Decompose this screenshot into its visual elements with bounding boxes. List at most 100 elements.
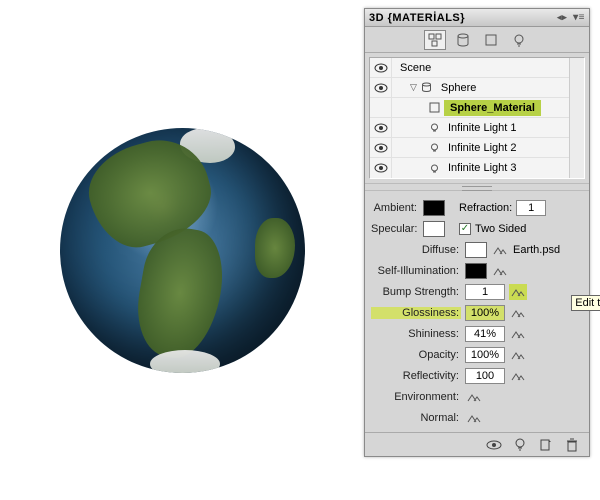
scene-root-label: Scene <box>396 60 435 76</box>
delete-button[interactable] <box>563 436 581 454</box>
texture-icon <box>493 265 507 277</box>
gloss-texture-menu[interactable] <box>509 305 527 321</box>
scene-row-light3[interactable]: Infinite Light 3 <box>370 158 569 178</box>
eye-icon <box>374 163 388 173</box>
refraction-input[interactable] <box>516 200 546 216</box>
trash-icon <box>566 438 578 452</box>
panel-toolbar <box>365 27 589 53</box>
toggle-visibility-button[interactable] <box>485 436 503 454</box>
material-icon <box>428 102 440 114</box>
texture-icon <box>493 244 507 256</box>
visibility-toggle[interactable] <box>370 58 392 77</box>
panel-titlebar[interactable]: 3D {MATERİALS} ◂▸ ▾≡ <box>365 9 589 27</box>
panel-footer <box>365 432 589 456</box>
env-texture-menu[interactable] <box>465 389 483 405</box>
panel-divider[interactable] <box>365 183 589 191</box>
visibility-toggle[interactable] <box>370 98 392 117</box>
visibility-toggle[interactable] <box>370 78 392 97</box>
scene-item-label: Sphere <box>437 80 480 96</box>
eye-icon <box>486 440 502 450</box>
shine-texture-menu[interactable] <box>509 326 527 342</box>
reflect-label: Reflectivity: <box>371 370 461 382</box>
gloss-input[interactable] <box>465 305 505 321</box>
texture-icon <box>511 328 525 340</box>
scene-item-label: Infinite Light 3 <box>444 160 521 176</box>
eye-icon <box>374 63 388 73</box>
lightbulb-icon <box>512 33 526 47</box>
scene-list: Scene ▽ Sphere Sphere_Material <box>369 57 585 179</box>
cylinder-icon <box>456 33 470 47</box>
scrollbar[interactable] <box>569 58 584 178</box>
eye-icon <box>374 83 388 93</box>
globe-preview <box>60 128 305 373</box>
lightbulb-icon <box>514 438 526 452</box>
viewport <box>0 0 365 500</box>
light-icon <box>428 162 440 174</box>
opacity-texture-menu[interactable] <box>509 347 527 363</box>
disclosure-triangle-icon[interactable]: ▽ <box>410 82 417 93</box>
diffuse-file-label: Earth.psd <box>513 244 560 256</box>
ambient-label: Ambient: <box>371 202 419 214</box>
texture-icon <box>467 412 481 424</box>
lights-filter-button[interactable] <box>508 30 530 50</box>
scene-item-label: Infinite Light 2 <box>444 140 521 156</box>
materials-filter-button[interactable] <box>480 30 502 50</box>
light-icon <box>428 142 440 154</box>
reflect-input[interactable] <box>465 368 505 384</box>
visibility-toggle[interactable] <box>370 118 392 137</box>
shine-label: Shininess: <box>371 328 461 340</box>
bump-label: Bump Strength: <box>371 286 461 298</box>
collapse-arrows-icon[interactable]: ◂▸ <box>557 12 567 23</box>
specular-swatch[interactable] <box>423 221 445 237</box>
scene-row-light1[interactable]: Infinite Light 1 <box>370 118 569 138</box>
scene-row-material[interactable]: Sphere_Material <box>370 98 569 118</box>
bump-input[interactable] <box>465 284 505 300</box>
light-button[interactable] <box>511 436 529 454</box>
mesh-icon <box>421 82 433 94</box>
scene-row-light2[interactable]: Infinite Light 2 <box>370 138 569 158</box>
square-icon <box>484 33 498 47</box>
scene-item-label: Sphere_Material <box>444 100 541 116</box>
normal-label: Normal: <box>371 412 461 424</box>
twosided-label: Two Sided <box>475 223 526 235</box>
normal-texture-menu[interactable] <box>465 410 483 426</box>
mesh-filter-button[interactable] <box>452 30 474 50</box>
texture-icon <box>511 307 525 319</box>
diffuse-label: Diffuse: <box>371 244 461 256</box>
scene-row-root[interactable]: Scene <box>370 58 569 78</box>
specular-label: Specular: <box>371 223 419 235</box>
twosided-checkbox[interactable]: ✓ <box>459 223 471 235</box>
selfillum-swatch[interactable] <box>465 263 487 279</box>
texture-icon <box>511 349 525 361</box>
eye-icon <box>374 143 388 153</box>
visibility-toggle[interactable] <box>370 158 392 178</box>
material-properties: Ambient: Refraction: Specular: ✓ Two Sid… <box>365 191 589 432</box>
opacity-input[interactable] <box>465 347 505 363</box>
new-button[interactable] <box>537 436 555 454</box>
eye-icon <box>374 123 388 133</box>
diffuse-swatch[interactable] <box>465 242 487 258</box>
selfillum-texture-menu[interactable] <box>491 263 509 279</box>
tooltip: Edit the bum <box>571 295 600 311</box>
reflect-texture-menu[interactable] <box>509 368 527 384</box>
scene-filter-button[interactable] <box>424 30 446 50</box>
light-icon <box>428 122 440 134</box>
texture-icon <box>511 370 525 382</box>
opacity-label: Opacity: <box>371 349 461 361</box>
env-label: Environment: <box>371 391 461 403</box>
gloss-label: Glossiness: <box>371 307 461 319</box>
ambient-swatch[interactable] <box>423 200 445 216</box>
selfillum-label: Self-Illumination: <box>371 265 461 277</box>
page-icon <box>540 439 552 451</box>
diffuse-texture-menu[interactable] <box>491 242 509 258</box>
visibility-toggle[interactable] <box>370 138 392 157</box>
shine-input[interactable] <box>465 326 505 342</box>
refraction-label: Refraction: <box>459 202 512 214</box>
panel-menu-icon[interactable]: ▾≡ <box>573 12 585 23</box>
materials-panel: 3D {MATERİALS} ◂▸ ▾≡ Scene <box>364 8 590 457</box>
texture-icon <box>467 391 481 403</box>
bump-texture-menu[interactable] <box>509 284 527 300</box>
scene-item-label: Infinite Light 1 <box>444 120 521 136</box>
scene-row-sphere[interactable]: ▽ Sphere <box>370 78 569 98</box>
panel-title: 3D {MATERİALS} <box>369 12 465 24</box>
